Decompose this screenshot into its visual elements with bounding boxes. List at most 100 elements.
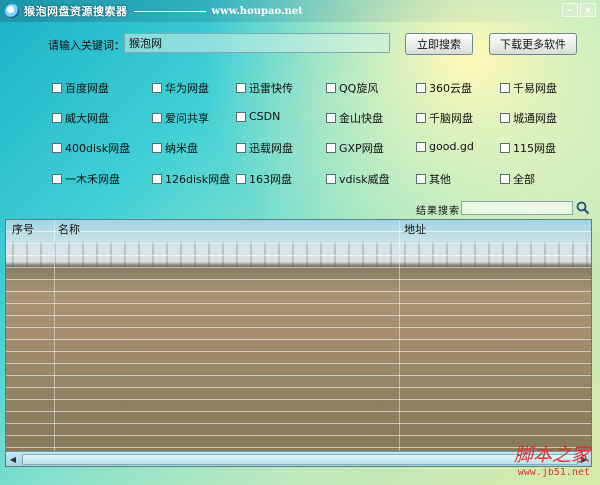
source-checkbox-baidu[interactable]: 百度网盘: [52, 80, 109, 96]
checkbox-icon[interactable]: [152, 83, 162, 93]
checkbox-icon[interactable]: [52, 143, 62, 153]
window-controls: – ×: [562, 3, 596, 17]
watermark-main: 脚本之家: [513, 444, 590, 466]
scroll-thumb[interactable]: [22, 454, 578, 465]
source-label: 千脑网盘: [429, 112, 473, 125]
source-checkbox-vdisk[interactable]: vdisk威盘: [326, 171, 390, 187]
column-separator: [399, 220, 400, 452]
source-checkbox-all[interactable]: 全部: [500, 171, 535, 187]
source-checkbox-qq-xuanfeng[interactable]: QQ旋风: [326, 80, 378, 96]
keyword-input[interactable]: [124, 33, 390, 53]
checkbox-icon[interactable]: [236, 83, 246, 93]
source-label: 纳米盘: [165, 142, 198, 155]
source-label: 一木禾网盘: [65, 173, 120, 186]
search-icon[interactable]: [574, 199, 592, 217]
source-label: 迅载网盘: [249, 142, 293, 155]
download-more-button[interactable]: 下载更多软件: [489, 33, 577, 55]
title-bar[interactable]: 猴泡网盘资源搜索器 www.houpao.net – ×: [0, 0, 600, 22]
column-header-index[interactable]: 序号: [12, 221, 34, 237]
source-label: 400disk网盘: [65, 142, 131, 155]
keyword-label: 请输入关键词：: [48, 39, 125, 52]
checkbox-icon[interactable]: [326, 83, 336, 93]
source-checkbox-chengtong[interactable]: 城通网盘: [500, 110, 557, 126]
source-label: QQ旋风: [339, 82, 379, 95]
source-checkbox-qiannao[interactable]: 千脑网盘: [416, 110, 473, 126]
source-checkbox-360[interactable]: 360云盘: [416, 80, 472, 96]
source-checkbox-kingsoft-kuaipan[interactable]: 金山快盘: [326, 110, 383, 126]
checkbox-icon[interactable]: [500, 174, 510, 184]
source-label: vdisk威盘: [339, 173, 390, 186]
source-checkbox-good-gd[interactable]: good.gd: [416, 140, 474, 153]
source-label: 其他: [429, 173, 451, 186]
checkbox-icon[interactable]: [416, 141, 426, 152]
checkbox-icon[interactable]: [500, 143, 510, 153]
checkbox-icon[interactable]: [326, 113, 336, 123]
source-checkbox-iask[interactable]: 爱问共享: [152, 110, 209, 126]
checkbox-icon[interactable]: [416, 174, 426, 184]
source-label: 百度网盘: [65, 82, 109, 95]
source-label: 千易网盘: [513, 82, 557, 95]
column-header-address[interactable]: 地址: [404, 221, 426, 237]
source-checkbox-xunlei-kuaichuan[interactable]: 迅雷快传: [236, 80, 293, 96]
source-checkbox-126disk[interactable]: 126disk网盘: [152, 171, 230, 187]
source-checkbox-namipan[interactable]: 纳米盘: [152, 140, 198, 156]
checkbox-icon[interactable]: [152, 113, 162, 123]
source-checkbox-xunzai[interactable]: 迅载网盘: [236, 140, 293, 156]
source-checkbox-weida[interactable]: 威大网盘: [52, 110, 109, 126]
source-checkbox-yimuhe[interactable]: 一木禾网盘: [52, 171, 120, 187]
checkbox-icon[interactable]: [500, 83, 510, 93]
source-label: 迅雷快传: [249, 82, 293, 95]
source-label: 城通网盘: [513, 112, 557, 125]
source-label: 爱问共享: [165, 112, 209, 125]
source-checkbox-qianyi[interactable]: 千易网盘: [500, 80, 557, 96]
source-label: 金山快盘: [339, 112, 383, 125]
checkbox-icon[interactable]: [326, 143, 336, 153]
source-checkbox-gxp[interactable]: GXP网盘: [326, 140, 384, 156]
source-checkbox-115[interactable]: 115网盘: [500, 140, 556, 156]
watermark-sub: www.jb51.net: [517, 467, 590, 478]
source-label: 全部: [513, 173, 535, 186]
results-table[interactable]: 序号 名称 地址 ◀ ▶: [5, 219, 592, 467]
scroll-left-icon[interactable]: ◀: [6, 452, 20, 466]
checkbox-icon[interactable]: [416, 113, 426, 123]
window-title: 猴泡网盘资源搜索器: [24, 5, 128, 18]
source-label: 126disk网盘: [165, 173, 231, 186]
checkbox-icon[interactable]: [236, 111, 246, 122]
horizontal-scrollbar[interactable]: ◀ ▶: [6, 451, 591, 466]
source-label: 115网盘: [513, 142, 556, 155]
column-separator: [54, 220, 55, 452]
checkbox-icon[interactable]: [52, 174, 62, 184]
close-icon[interactable]: ×: [580, 3, 596, 17]
minimize-icon[interactable]: –: [562, 3, 578, 17]
source-label: GXP网盘: [339, 142, 384, 155]
checkbox-icon[interactable]: [152, 174, 162, 184]
background-treeline: [6, 242, 591, 268]
checkbox-icon[interactable]: [236, 143, 246, 153]
checkbox-icon[interactable]: [52, 113, 62, 123]
table-header: 序号 名称 地址: [6, 220, 591, 237]
app-logo-icon: [5, 4, 19, 18]
checkbox-icon[interactable]: [236, 174, 246, 184]
app-window: 猴泡网盘资源搜索器 www.houpao.net – × 请输入关键词： 立即搜…: [0, 0, 600, 485]
source-label: good.gd: [429, 140, 474, 153]
source-checkbox-163[interactable]: 163网盘: [236, 171, 292, 187]
source-label: CSDN: [249, 110, 281, 123]
source-label: 360云盘: [429, 82, 472, 95]
result-search-input[interactable]: [461, 201, 573, 215]
search-button[interactable]: 立即搜索: [405, 33, 473, 55]
checkbox-icon[interactable]: [416, 83, 426, 93]
result-search-label: 结果搜索: [416, 206, 460, 217]
checkbox-icon[interactable]: [326, 174, 336, 184]
source-checkbox-400disk[interactable]: 400disk网盘: [52, 140, 130, 156]
source-label: 163网盘: [249, 173, 292, 186]
source-checkbox-huawei[interactable]: 华为网盘: [152, 80, 209, 96]
checkbox-icon[interactable]: [500, 113, 510, 123]
checkbox-icon[interactable]: [152, 143, 162, 153]
source-checkbox-csdn[interactable]: CSDN: [236, 110, 280, 123]
source-checkbox-other[interactable]: 其他: [416, 171, 451, 187]
checkbox-icon[interactable]: [52, 83, 62, 93]
watermark: 脚本之家 www.jb51.net: [514, 440, 590, 478]
source-label: 威大网盘: [65, 112, 109, 125]
title-url: www.houpao.net: [211, 5, 303, 17]
column-header-name[interactable]: 名称: [58, 221, 80, 237]
